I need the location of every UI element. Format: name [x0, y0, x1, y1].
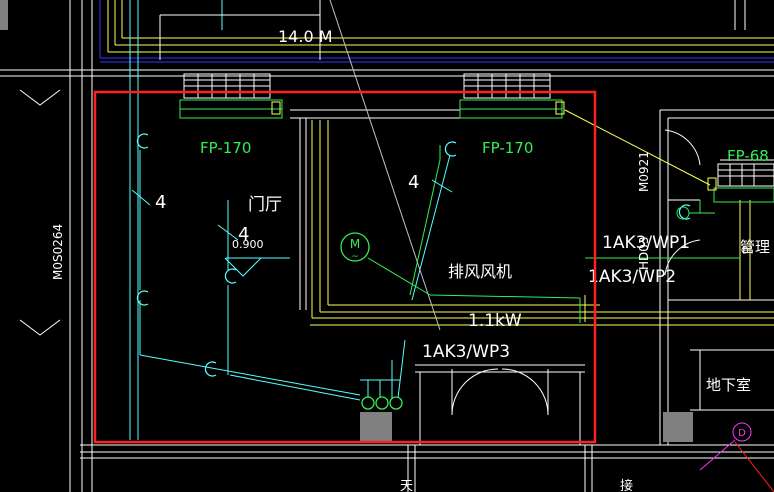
fan-coil-label-1: FP-170 — [200, 139, 251, 157]
switch-group-icon — [361, 396, 403, 410]
elevation-label: 0.900 — [232, 238, 264, 251]
exhaust-fan-circuit: 1AK3/WP3 — [422, 342, 510, 362]
column-block-left — [360, 412, 392, 442]
motor-ac-symbol: ~ — [351, 252, 359, 262]
lamp-icon — [136, 133, 149, 149]
exhaust-fan-name: 排风风机 — [448, 262, 512, 281]
room-label-door-hall: 门厅 — [248, 195, 282, 215]
fan-coil-label-3: FP-68 — [727, 147, 769, 165]
column-block-right — [663, 412, 693, 442]
cyan-wiring — [139, 150, 451, 401]
axis-marker-label: D — [738, 428, 746, 439]
dimension-label: 14.0 M — [278, 27, 333, 46]
room-label-basement: 地下室 — [706, 376, 751, 394]
wire-ticks — [131, 179, 453, 241]
door-code-right-lower: HD03 — [637, 236, 651, 270]
fan-coil-unit-3[interactable] — [707, 163, 774, 203]
door-code-right: M0921 — [637, 151, 651, 192]
thermostat-icon — [676, 206, 690, 220]
lamp-icon — [224, 268, 237, 284]
double-door — [451, 368, 549, 416]
exhaust-fan-motor-icon[interactable]: M ~ — [340, 232, 370, 262]
room-label-partial-right: 接 — [620, 478, 633, 492]
top-duct-lines — [99, 0, 774, 440]
door-code-left: M0S0264 — [51, 224, 65, 280]
lamp-icon — [444, 141, 457, 157]
room-label-management: 管理 — [740, 238, 770, 256]
elevation-marker — [224, 257, 262, 277]
fan-coil-label-2: FP-170 — [482, 139, 533, 157]
wire-count-label: 4 — [155, 192, 166, 213]
single-door-right — [664, 129, 701, 276]
column-block-top — [0, 0, 8, 30]
fan-coil-unit-2[interactable] — [459, 73, 565, 119]
fan-coil-unit-1[interactable] — [179, 73, 283, 119]
door-marks-left — [19, 89, 61, 336]
ceiling-lamps — [136, 133, 691, 377]
room-label-partial-left: 天 — [400, 479, 413, 492]
exhaust-fan-power: 1.1kW — [468, 311, 522, 331]
yellow-conduits — [310, 109, 774, 326]
circuit-label-wp2: 1AK3/WP2 — [588, 267, 676, 287]
wire-count-label: 4 — [408, 172, 419, 193]
lamp-icon — [136, 290, 149, 306]
leader-line — [329, 0, 441, 331]
motor-symbol: M — [350, 237, 360, 251]
cad-drawing-canvas[interactable]: M ~ D 14.0 M FP-170 FP-170 FP-68 4 4 4 门… — [0, 0, 774, 492]
